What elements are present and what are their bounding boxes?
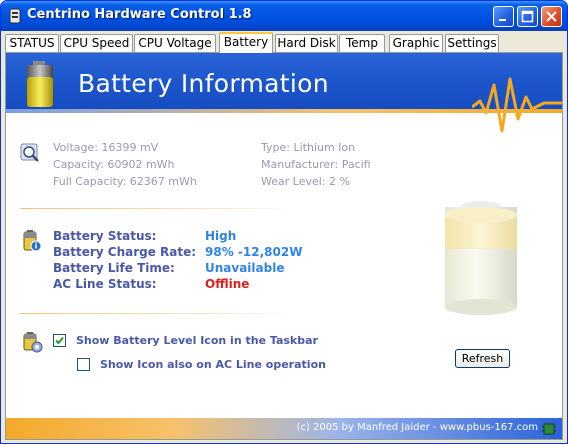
tab-graphic[interactable]: Graphic bbox=[389, 34, 443, 52]
wear-level-text: Wear Level: 2 % bbox=[261, 175, 350, 188]
tab-temp[interactable]: Temp bbox=[339, 34, 385, 52]
charge-rate-value: 98% -12,802W bbox=[205, 245, 303, 259]
minimize-icon bbox=[499, 19, 506, 21]
heartbeat-icon bbox=[472, 77, 562, 133]
footer-credit: (c) 2005 by Manfred Jaider - www.pbus-16… bbox=[296, 422, 538, 433]
tab-battery[interactable]: Battery bbox=[219, 32, 273, 53]
ac-line-value: Offline bbox=[205, 277, 250, 291]
tab-cpu-voltage[interactable]: CPU Voltage bbox=[134, 34, 216, 52]
tab-hard-disk[interactable]: Hard Disk bbox=[275, 34, 338, 52]
header-banner: Battery Information bbox=[6, 53, 562, 133]
maximize-icon bbox=[521, 10, 534, 23]
life-time-label: Battery Life Time: bbox=[53, 261, 175, 275]
show-taskbar-icon-checkbox[interactable] bbox=[53, 334, 66, 347]
battery-panel: Battery Information Voltage: 16399 mV Ca… bbox=[5, 52, 563, 440]
checkmark-icon bbox=[55, 336, 64, 345]
magnifier-icon bbox=[20, 143, 39, 162]
maximize-button[interactable] bbox=[517, 6, 538, 27]
chip-icon bbox=[542, 423, 556, 435]
close-button[interactable] bbox=[541, 6, 562, 27]
voltage-text: Voltage: 16399 mV bbox=[53, 141, 159, 154]
battery-settings-icon bbox=[23, 332, 43, 353]
refresh-button[interactable]: Refresh bbox=[455, 349, 510, 368]
close-icon bbox=[546, 11, 557, 22]
tab-cpu-speed[interactable]: CPU Speed bbox=[60, 34, 133, 52]
life-time-value: Unavailable bbox=[205, 261, 285, 275]
charge-rate-label: Battery Charge Rate: bbox=[53, 245, 197, 259]
battery-info-icon bbox=[23, 230, 42, 252]
app-icon bbox=[9, 8, 21, 24]
battery-status-label: Battery Status: bbox=[53, 229, 157, 243]
manufacturer-text: Manufacturer: Pacifi bbox=[261, 158, 371, 171]
capacity-text: Capacity: 60902 mWh bbox=[53, 158, 175, 171]
battery-banner-icon bbox=[27, 61, 53, 107]
show-taskbar-icon-label[interactable]: Show Battery Level Icon in the Taskbar bbox=[76, 334, 318, 347]
ac-line-label: AC Line Status: bbox=[53, 277, 157, 291]
footer-bar: (c) 2005 by Manfred Jaider - www.pbus-16… bbox=[6, 418, 562, 439]
show-ac-icon-checkbox[interactable] bbox=[77, 358, 90, 371]
type-text: Type: Lithium Ion bbox=[261, 141, 356, 154]
app-window: Centrino Hardware Control 1.8 STATUS CPU… bbox=[0, 0, 568, 444]
title-bar[interactable]: Centrino Hardware Control 1.8 bbox=[1, 1, 567, 31]
show-ac-icon-label[interactable]: Show Icon also on AC Line operation bbox=[100, 358, 326, 371]
full-capacity-text: Full Capacity: 62367 mWh bbox=[53, 175, 197, 188]
banner-title: Battery Information bbox=[78, 69, 329, 98]
tab-settings[interactable]: Settings bbox=[445, 34, 499, 52]
minimize-button[interactable] bbox=[493, 6, 514, 27]
battery-status-value: High bbox=[205, 229, 237, 243]
divider bbox=[20, 208, 292, 209]
tab-status[interactable]: STATUS bbox=[5, 34, 59, 52]
banner-stripe bbox=[6, 109, 562, 113]
battery-level-graphic bbox=[445, 201, 517, 315]
window-title: Centrino Hardware Control 1.8 bbox=[27, 7, 252, 22]
divider bbox=[20, 313, 292, 314]
